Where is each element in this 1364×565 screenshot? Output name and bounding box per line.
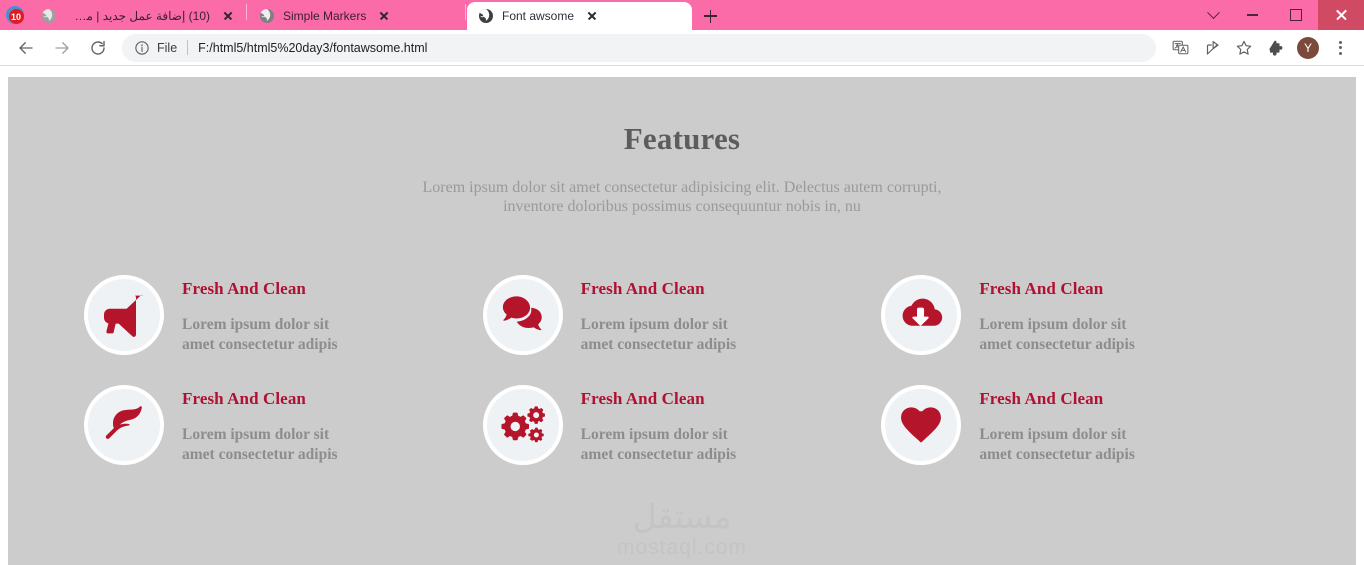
omnibox-divider — [187, 40, 189, 55]
tab-close-button[interactable] — [376, 8, 392, 24]
translate-icon — [1172, 40, 1188, 55]
url-text[interactable]: F:/html5/html5%20day3/fontawsome.html — [198, 41, 427, 55]
reload-icon — [91, 40, 105, 55]
address-bar[interactable]: File F:/html5/html5%20day3/fontawsome.ht… — [122, 33, 1156, 62]
new-tab-button[interactable] — [696, 2, 724, 30]
feature-description: Lorem ipsum dolor sit amet consectetur a… — [182, 426, 338, 463]
tab-title: (10) إضافة عمل جديد | مستقل — [65, 9, 210, 23]
feature-text: Fresh And Clean Lorem ipsum dolor sit am… — [581, 381, 756, 463]
feature-icon-circle — [881, 385, 962, 466]
feature-icon-circle — [84, 385, 164, 466]
feature-title: Fresh And Clean — [182, 279, 306, 299]
arrow-left-icon — [19, 41, 33, 54]
bookmark-button[interactable] — [1230, 34, 1258, 62]
feature-card: Fresh And Clean Lorem ipsum dolor sit am… — [84, 381, 483, 466]
watermark: مستقل mostaql.com — [8, 500, 1356, 559]
feature-text: Fresh And Clean Lorem ipsum dolor sit am… — [979, 381, 1154, 463]
page-subtitle: Lorem ipsum dolor sit amet consectetur a… — [422, 179, 942, 216]
tab-strip: 10 (10) إضافة عمل جديد | مستقل Simple Ma… — [0, 0, 1364, 30]
chrome-menu-button[interactable] — [1326, 34, 1354, 62]
share-button[interactable] — [1198, 34, 1226, 62]
tab-mostaql[interactable]: (10) إضافة عمل جديد | مستقل — [30, 2, 245, 30]
share-icon — [1206, 40, 1219, 55]
tab-title: Font awsome — [502, 9, 575, 23]
chevron-down-icon — [1206, 5, 1220, 19]
close-icon — [1335, 9, 1347, 21]
kebab-menu-icon — [1332, 40, 1348, 56]
feature-description: Lorem ipsum dolor sit amet consectetur a… — [182, 316, 338, 353]
back-button[interactable] — [11, 33, 41, 63]
page-title: Features — [623, 121, 741, 156]
feature-card: Fresh And Clean Lorem ipsum dolor sit am… — [482, 381, 882, 466]
extensions-button[interactable] — [1262, 34, 1290, 62]
leaf-icon — [105, 406, 142, 440]
globe-icon — [479, 9, 493, 23]
badge-count: 10 — [10, 11, 21, 22]
feature-text: Fresh And Clean Lorem ipsum dolor sit am… — [979, 271, 1154, 353]
feature-icon-circle — [482, 275, 563, 356]
globe-icon — [42, 9, 56, 23]
minimize-button[interactable] — [1230, 0, 1274, 30]
feature-description: Lorem ipsum dolor sit amet consectetur a… — [979, 316, 1135, 353]
tab-font-awsome[interactable]: Font awsome — [467, 2, 692, 30]
heart-icon — [901, 407, 942, 444]
cloud-download-icon — [902, 298, 943, 327]
feature-description: Lorem ipsum dolor sit amet consectetur a… — [580, 316, 737, 353]
arrow-right-icon — [55, 41, 69, 54]
tab-close-button[interactable] — [220, 8, 236, 24]
feature-card: Fresh And Clean Lorem ipsum dolor sit am… — [482, 271, 882, 356]
tab-search-button[interactable] — [1196, 0, 1230, 30]
web-page: Features Lorem ipsum dolor sit amet cons… — [8, 77, 1356, 565]
translate-button[interactable] — [1166, 34, 1194, 62]
extension-badge[interactable]: 10 — [0, 0, 30, 30]
feature-text: Fresh And Clean Lorem ipsum dolor sit am… — [182, 271, 357, 353]
info-circle-icon — [135, 40, 149, 55]
bullhorn-icon — [104, 295, 143, 338]
security-label: File — [157, 40, 178, 55]
feature-card: Fresh And Clean Lorem ipsum dolor sit am… — [881, 271, 1280, 356]
comments-icon — [502, 296, 542, 331]
cogs-icon — [501, 406, 545, 443]
browser-toolbar: File F:/html5/html5%20day3/fontawsome.ht… — [0, 30, 1364, 66]
tab-simple-markers[interactable]: Simple Markers — [248, 2, 464, 30]
feature-description: Lorem ipsum dolor sit amet consectetur a… — [979, 426, 1135, 463]
bookmark-star-icon — [1236, 40, 1252, 55]
browser-window: 10 (10) إضافة عمل جديد | مستقل Simple Ma… — [0, 0, 1364, 565]
page-viewport: Features Lorem ipsum dolor sit amet cons… — [0, 69, 1364, 565]
feature-description: Lorem ipsum dolor sit amet consectetur a… — [580, 426, 737, 463]
feature-icon-circle — [482, 385, 563, 466]
feature-card: Fresh And Clean Lorem ipsum dolor sit am… — [881, 381, 1280, 466]
profile-button[interactable]: Y — [1294, 34, 1322, 62]
feature-card: Fresh And Clean Lorem ipsum dolor sit am… — [84, 271, 483, 356]
features-grid: Fresh And Clean Lorem ipsum dolor sit am… — [8, 271, 1356, 466]
reload-button[interactable] — [83, 33, 113, 63]
window-controls — [1196, 0, 1364, 30]
badge-circle-icon: 10 — [6, 6, 24, 24]
feature-icon-circle — [881, 275, 962, 356]
feature-text: Fresh And Clean Lorem ipsum dolor sit am… — [182, 381, 357, 463]
feature-title: Fresh And Clean — [182, 389, 306, 409]
feature-icon-circle — [84, 275, 164, 356]
globe-icon — [260, 9, 274, 23]
tab-title: Simple Markers — [283, 9, 367, 23]
feature-title: Fresh And Clean — [580, 279, 705, 299]
tab-separator — [465, 4, 466, 20]
feature-title: Fresh And Clean — [580, 389, 705, 409]
feature-text: Fresh And Clean Lorem ipsum dolor sit am… — [581, 271, 756, 353]
watermark-arabic: مستقل — [632, 498, 732, 536]
avatar: Y — [1297, 36, 1319, 59]
feature-title: Fresh And Clean — [979, 279, 1104, 299]
tab-close-button[interactable] — [584, 8, 600, 24]
maximize-button[interactable] — [1274, 0, 1318, 30]
puzzle-icon — [1268, 40, 1283, 56]
close-window-button[interactable] — [1318, 0, 1364, 30]
feature-title: Fresh And Clean — [979, 389, 1104, 409]
watermark-latin: mostaql.com — [616, 535, 748, 559]
forward-button[interactable] — [47, 33, 77, 63]
tab-separator — [246, 4, 247, 20]
